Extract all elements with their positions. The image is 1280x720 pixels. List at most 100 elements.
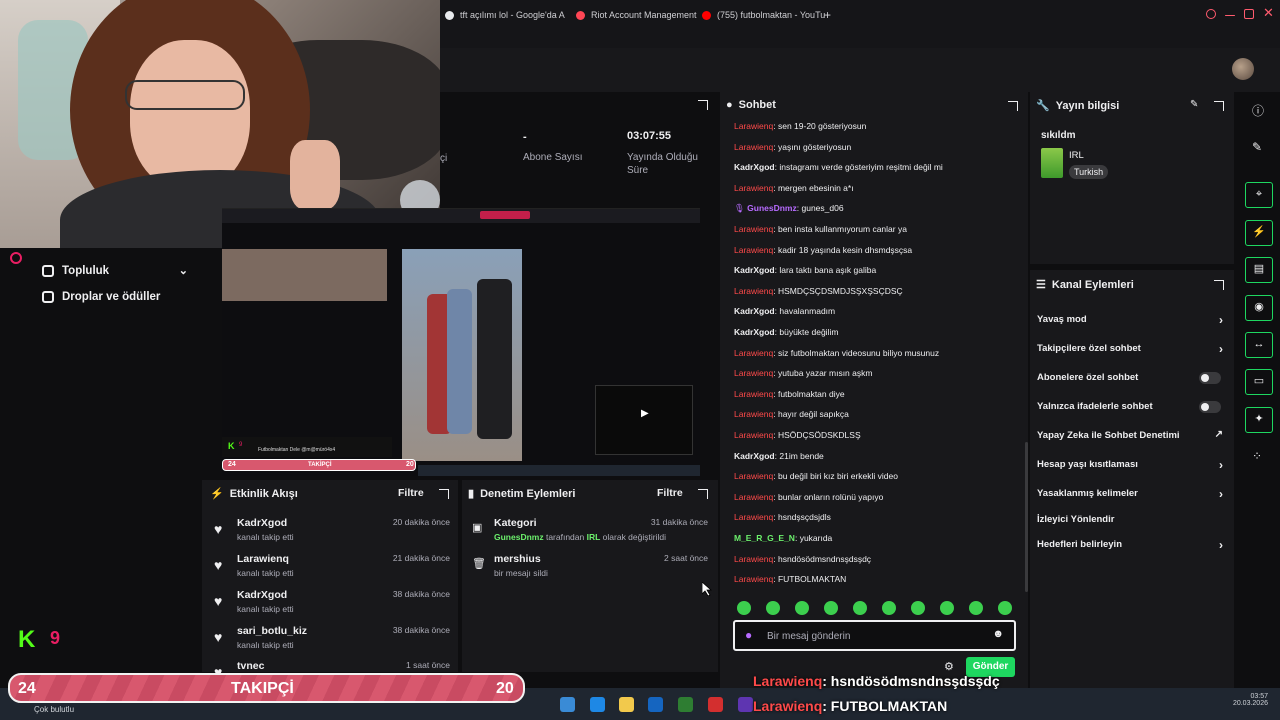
settings-icon[interactable]: ⚙ [944,660,954,673]
browser-tab[interactable]: tft açılımı lol - Google'da A [445,7,565,23]
chat-message[interactable]: Larawienq: ben insta kullanmıyorum canla… [734,224,907,234]
chat-username[interactable]: Larawienq [734,286,773,296]
mic-icon[interactable]: ● [745,628,752,642]
channel-action-item[interactable]: Takipçilere özel sohbet › [1037,342,1227,356]
folder-icon[interactable] [619,697,634,712]
channel-action-item[interactable]: Abonelere özel sohbet [1037,372,1227,384]
popout-icon[interactable] [439,489,449,499]
popout-icon[interactable] [1214,101,1224,111]
emote-icon[interactable] [969,601,983,615]
emote-icon[interactable] [766,601,780,615]
info-icon[interactable]: ⓘ [1252,102,1264,119]
channel-action-item[interactable]: Yalnızca ifadelerle sohbet [1037,401,1227,413]
scrollbar[interactable] [1025,442,1028,592]
toggle-switch[interactable] [1199,372,1221,384]
chat-username[interactable]: Larawienq [734,224,773,234]
chat-username[interactable]: M_E_R_G_E_N [734,533,795,543]
chat-message[interactable]: Larawienq: yutuba yazar mısın aşkm [734,368,872,378]
popout-icon[interactable] [1008,101,1018,111]
rail-button[interactable]: ⚡ [1245,220,1273,246]
chat-username[interactable]: KadrXgod [734,451,775,461]
filter-button[interactable]: Filtre [657,487,683,499]
pencil-icon[interactable]: ✎ [1252,140,1262,154]
chat-message[interactable]: Larawienq: bu değil biri kız biri erkekl… [734,471,898,481]
filter-button[interactable]: Filtre [398,487,424,499]
chat-username[interactable]: KadrXgod [734,327,775,337]
chat-username[interactable]: Larawienq [734,245,773,255]
chat-message[interactable]: KadrXgod: büyükte değilim [734,327,838,337]
chat-message[interactable]: Larawienq: sen 19-20 gösteriyosun [734,121,866,131]
start-icon[interactable] [560,697,575,712]
list-item[interactable]: ♥ Larawienq kanalı takip etti 21 dakika … [214,553,450,587]
search-icon[interactable] [1206,9,1216,19]
channel-action-item[interactable]: Yasaklanmış kelimeler › [1037,487,1227,501]
chat-message[interactable]: KadrXgod: havalanmadım [734,306,835,316]
toggle-switch[interactable] [1199,401,1221,413]
chat-username[interactable]: Larawienq [734,471,773,481]
channel-action-item[interactable]: Hedefleri belirleyin › [1037,538,1227,552]
browser-tab[interactable]: Riot Account Management [576,7,697,23]
chat-message[interactable]: Larawienq: HSMDÇSÇDSMDJSŞXŞSÇDSÇ [734,286,903,296]
channel-action-item[interactable]: İzleyici Yönlendir [1037,514,1227,525]
rail-button[interactable]: ✦ [1245,407,1273,433]
chat-message[interactable]: Larawienq: hsndşsçdsjdls [734,512,831,522]
chat-username[interactable]: Larawienq [734,142,773,152]
emote-icon[interactable] [940,601,954,615]
channel-action-item[interactable]: Yavaş mod › [1037,313,1227,327]
list-item[interactable]: ♥ KadrXgod kanalı takip etti 20 dakika ö… [214,517,450,551]
emote-icon[interactable] [911,601,925,615]
chat-message[interactable]: KadrXgod: instagramı verde gösteriyim re… [734,162,943,172]
avatar[interactable] [1232,58,1254,80]
chat-message[interactable]: Larawienq: FUTBOLMAKTAN [734,574,846,584]
chat-message[interactable]: Larawienq: siz futbolmaktan videosunu bi… [734,348,939,358]
rail-button[interactable]: ↔ [1245,332,1273,358]
play-icon[interactable]: ▶ [641,408,649,419]
chat-username[interactable]: Larawienq [734,574,773,584]
edge-icon[interactable] [590,697,605,712]
minimize-icon[interactable] [1225,15,1235,16]
edit-icon[interactable]: ✎ [1190,99,1198,110]
stream-preview[interactable]: ▶ Futbolmaktan Dele @m@mürö4x4 K 9 24 TA… [222,208,700,476]
chat-username[interactable]: Larawienq [734,389,773,399]
pdf-icon[interactable] [708,697,723,712]
close-icon[interactable]: ✕ [1263,5,1274,21]
more-icon[interactable]: ⁘ [1252,449,1262,463]
rail-button[interactable]: ▭ [1245,369,1273,395]
emote-icon[interactable] [998,601,1012,615]
chat-message[interactable]: Larawienq: bunlar onların rolünü yapıyo [734,492,883,502]
chat-username[interactable]: GunesDnmz [747,203,797,213]
emote-icon[interactable] [853,601,867,615]
channel-action-item[interactable]: Hesap yaşı kısıtlaması › [1037,458,1227,472]
word-icon[interactable] [648,697,663,712]
list-item[interactable]: ♥ sari_botlu_kiz kanalı takip etti 38 da… [214,625,450,659]
chat-username[interactable]: KadrXgod [734,265,775,275]
chat-message[interactable]: Larawienq: hayır değil sapıkça [734,409,849,419]
emote-icon[interactable] [795,601,809,615]
chat-message[interactable]: Larawienq: mergen ebesinin a*ı [734,183,854,193]
emote-icon[interactable] [882,601,896,615]
browser-tab[interactable]: (755) futbolmaktan - YouTu [702,7,825,23]
rail-button[interactable]: ▤ [1245,257,1273,283]
nav-drops[interactable]: Droplar ve ödüller [42,291,160,303]
channel-action-item[interactable]: Yapay Zeka ile Sohbet Denetimi ↗ [1037,429,1227,441]
chat-username[interactable]: Larawienq [734,409,773,419]
popout-icon[interactable] [698,489,708,499]
chat-input[interactable]: ● Bir mesaj gönderin ☻ [733,620,1016,651]
excel-icon[interactable] [678,697,693,712]
rail-button[interactable]: ⌖ [1245,182,1273,208]
emote-icon[interactable] [737,601,751,615]
popout-icon[interactable] [698,100,708,110]
chat-username[interactable]: KadrXgod [734,306,775,316]
chat-username[interactable]: Larawienq [734,368,773,378]
chat-message[interactable]: Larawienq: yaşını gösteriyosun [734,142,851,152]
chat-message[interactable]: KadrXgod: 21im bende [734,451,824,461]
emoji-icon[interactable]: ☻ [992,628,1004,640]
chat-message[interactable]: M_E_R_G_E_N: yukarıda [734,533,832,543]
chat-message[interactable]: Larawienq: kadir 18 yaşında kesin dhsmdş… [734,245,912,255]
chat-message[interactable]: Larawienq: hsndösödmsndnsşdsşdç [734,554,871,564]
list-item[interactable]: ♥ KadrXgod kanalı takip etti 38 dakika ö… [214,589,450,623]
chat-username[interactable]: Larawienq [734,348,773,358]
maximize-icon[interactable] [1244,9,1254,19]
app-icon[interactable] [738,697,753,712]
chat-message[interactable]: Larawienq: HSÖDÇSÖDSKDLSŞ [734,430,861,440]
